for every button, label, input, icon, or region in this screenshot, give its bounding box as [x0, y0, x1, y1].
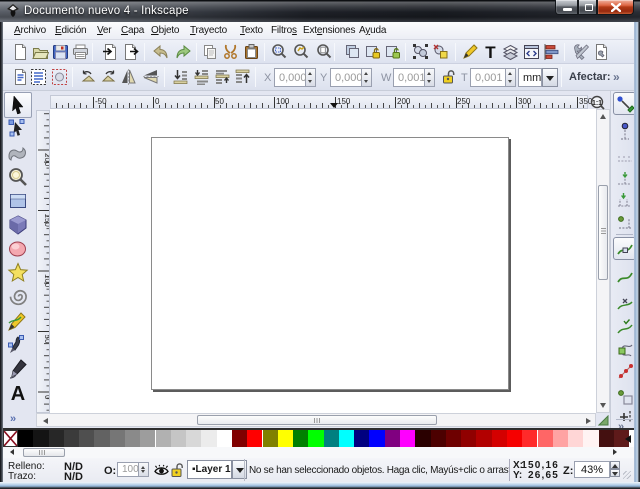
svg-text:100: 100 [43, 274, 50, 288]
svg-text:150: 150 [43, 214, 50, 228]
svg-text:200: 200 [43, 153, 50, 167]
svg-text:50: 50 [43, 335, 50, 344]
svg-text:T: T [485, 43, 496, 61]
svg-text:1:1: 1:1 [592, 100, 602, 107]
svg-text:0: 0 [43, 395, 50, 400]
svg-text:A: A [11, 383, 25, 404]
